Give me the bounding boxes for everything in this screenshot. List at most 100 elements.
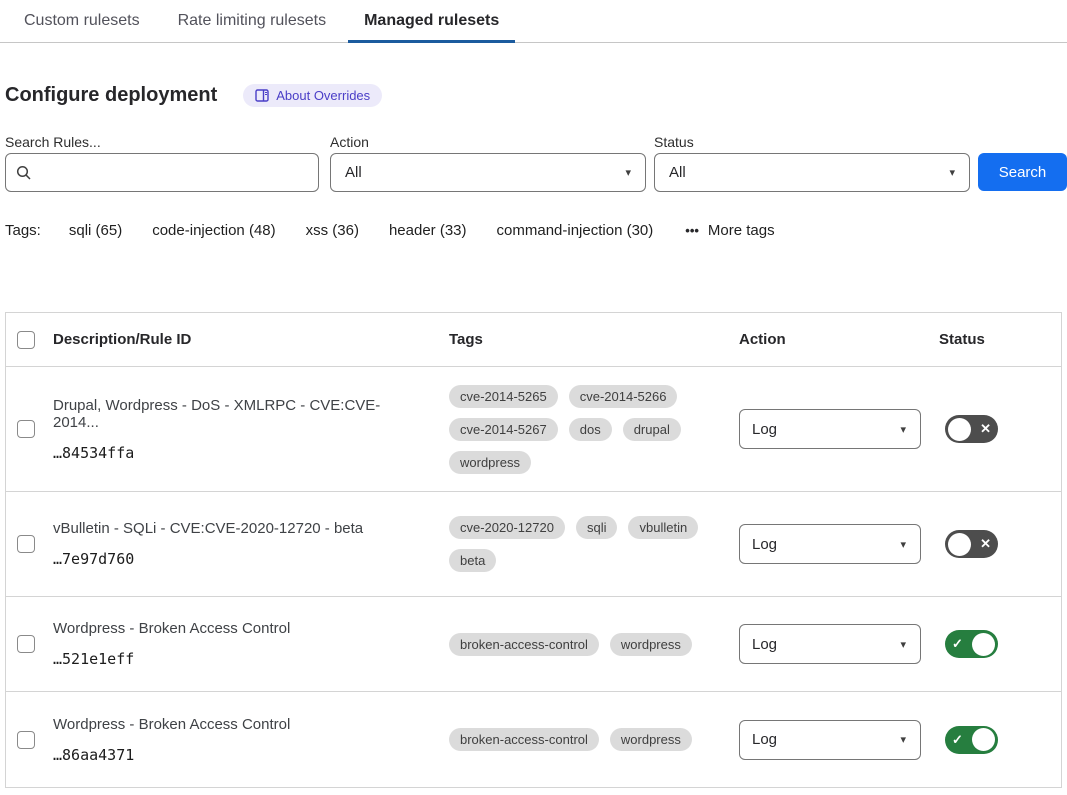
row-status-cell: ✓ (939, 726, 1061, 754)
table-header: Description/Rule ID Tags Action Status (6, 313, 1061, 367)
tag-pill: vbulletin (628, 516, 698, 539)
about-overrides-badge[interactable]: About Overrides (243, 84, 382, 107)
tag-link-code-injection[interactable]: code-injection (48) (152, 222, 275, 239)
row-description-cell: Drupal, Wordpress - DoS - XMLRPC - CVE:C… (53, 397, 449, 462)
row-checkbox-cell (6, 635, 53, 653)
tag-pill: cve-2014-5266 (569, 385, 678, 408)
table-row: Drupal, Wordpress - DoS - XMLRPC - CVE:C… (6, 367, 1061, 492)
tags-label: Tags: (5, 222, 41, 239)
tab-label: Rate limiting rulesets (178, 12, 327, 30)
table-row: Wordpress - Broken Access Control …86aa4… (6, 692, 1061, 787)
more-tags-label: More tags (708, 222, 775, 239)
more-tags-button[interactable]: ••• More tags (685, 222, 774, 239)
status-toggle[interactable]: ✓ (945, 630, 998, 658)
tag-pill: broken-access-control (449, 728, 599, 751)
action-filter-select[interactable]: All ▾ (330, 153, 646, 192)
tag-pill: cve-2014-5267 (449, 418, 558, 441)
row-checkbox[interactable] (17, 420, 35, 438)
row-status-cell: ✕ (939, 530, 1061, 558)
action-select[interactable]: Log ▾ (739, 720, 921, 760)
col-status: Status (939, 331, 1061, 348)
tag-pill: wordpress (610, 633, 692, 656)
tag-pill: broken-access-control (449, 633, 599, 656)
search-rules-label: Search Rules... (5, 134, 101, 150)
row-description: vBulletin - SQLi - CVE:CVE-2020-12720 - … (53, 520, 421, 537)
page-title: Configure deployment (5, 84, 217, 107)
select-all-checkbox[interactable] (17, 331, 35, 349)
row-description-cell: Wordpress - Broken Access Control …521e1… (53, 620, 449, 668)
row-checkbox-cell (6, 535, 53, 553)
row-status-cell: ✓ (939, 630, 1061, 658)
search-rules-input[interactable] (40, 164, 308, 181)
tab-rate-limiting-rulesets[interactable]: Rate limiting rulesets (162, 0, 343, 42)
toggle-glyph-icon: ✓ (952, 636, 963, 652)
row-rule-id: …521e1eff (53, 650, 421, 668)
tag-pill: cve-2020-12720 (449, 516, 565, 539)
status-filter-select[interactable]: All ▾ (654, 153, 970, 192)
chevron-down-icon: ▾ (900, 423, 906, 436)
row-checkbox[interactable] (17, 731, 35, 749)
row-checkbox[interactable] (17, 535, 35, 553)
action-select[interactable]: Log ▾ (739, 624, 921, 664)
tag-link-command-injection[interactable]: command-injection (30) (497, 222, 654, 239)
book-icon (255, 89, 269, 102)
tags-bar: Tags: sqli (65) code-injection (48) xss … (5, 222, 1062, 239)
tag-link-sqli[interactable]: sqli (65) (69, 222, 122, 239)
row-status-cell: ✕ (939, 415, 1061, 443)
status-toggle[interactable]: ✕ (945, 415, 998, 443)
tag-pill: beta (449, 549, 496, 572)
tag-pill: sqli (576, 516, 618, 539)
tab-custom-rulesets[interactable]: Custom rulesets (8, 0, 156, 42)
row-description-cell: Wordpress - Broken Access Control …86aa4… (53, 716, 449, 764)
filters-bar: Search Rules... Action All ▾ Status All … (5, 134, 1062, 192)
search-rules-box (5, 153, 319, 192)
toggle-knob (972, 728, 995, 751)
tag-pill: cve-2014-5265 (449, 385, 558, 408)
row-tags: broken-access-control wordpress (449, 728, 707, 751)
chevron-down-icon: ▾ (625, 166, 631, 179)
action-filter-label: Action (330, 134, 369, 150)
action-select-value: Log (752, 536, 777, 553)
header-checkbox-cell (6, 331, 53, 349)
col-action: Action (739, 331, 939, 348)
status-filter-label: Status (654, 134, 694, 150)
action-select-value: Log (752, 421, 777, 438)
row-checkbox-cell (6, 731, 53, 749)
status-toggle[interactable]: ✕ (945, 530, 998, 558)
toggle-glyph-icon: ✓ (952, 732, 963, 748)
row-rule-id: …86aa4371 (53, 746, 421, 764)
rules-table: Description/Rule ID Tags Action Status D… (5, 312, 1062, 788)
search-icon (16, 165, 32, 181)
action-filter-value: All (345, 164, 362, 181)
status-filter-value: All (669, 164, 686, 181)
heading-row: Configure deployment About Overrides (5, 84, 1062, 107)
tag-pill: dos (569, 418, 612, 441)
row-action-cell: Log ▾ (739, 720, 939, 760)
row-checkbox[interactable] (17, 635, 35, 653)
row-checkbox-cell (6, 420, 53, 438)
table-row: vBulletin - SQLi - CVE:CVE-2020-12720 - … (6, 492, 1061, 597)
tag-pill: drupal (623, 418, 681, 441)
row-description: Wordpress - Broken Access Control (53, 620, 421, 637)
row-tags: cve-2014-5265 cve-2014-5266 cve-2014-5267 d… (449, 385, 707, 474)
row-tags: cve-2020-12720 sqli vbulletin beta (449, 516, 707, 572)
search-button[interactable]: Search (978, 153, 1067, 191)
action-select-value: Log (752, 731, 777, 748)
col-tags: Tags (449, 331, 739, 348)
badge-label: About Overrides (276, 88, 370, 103)
tag-pill: wordpress (610, 728, 692, 751)
row-tags: broken-access-control wordpress (449, 633, 707, 656)
toggle-glyph-icon: ✕ (980, 536, 991, 552)
row-action-cell: Log ▾ (739, 624, 939, 664)
row-description: Drupal, Wordpress - DoS - XMLRPC - CVE:C… (53, 397, 421, 431)
tag-link-header[interactable]: header (33) (389, 222, 467, 239)
row-action-cell: Log ▾ (739, 409, 939, 449)
action-select[interactable]: Log ▾ (739, 524, 921, 564)
status-toggle[interactable]: ✓ (945, 726, 998, 754)
action-select[interactable]: Log ▾ (739, 409, 921, 449)
tab-managed-rulesets[interactable]: Managed rulesets (348, 0, 515, 42)
tab-label: Managed rulesets (364, 12, 499, 30)
tag-link-xss[interactable]: xss (36) (306, 222, 359, 239)
ellipsis-icon: ••• (685, 223, 699, 238)
row-description-cell: vBulletin - SQLi - CVE:CVE-2020-12720 - … (53, 520, 449, 568)
